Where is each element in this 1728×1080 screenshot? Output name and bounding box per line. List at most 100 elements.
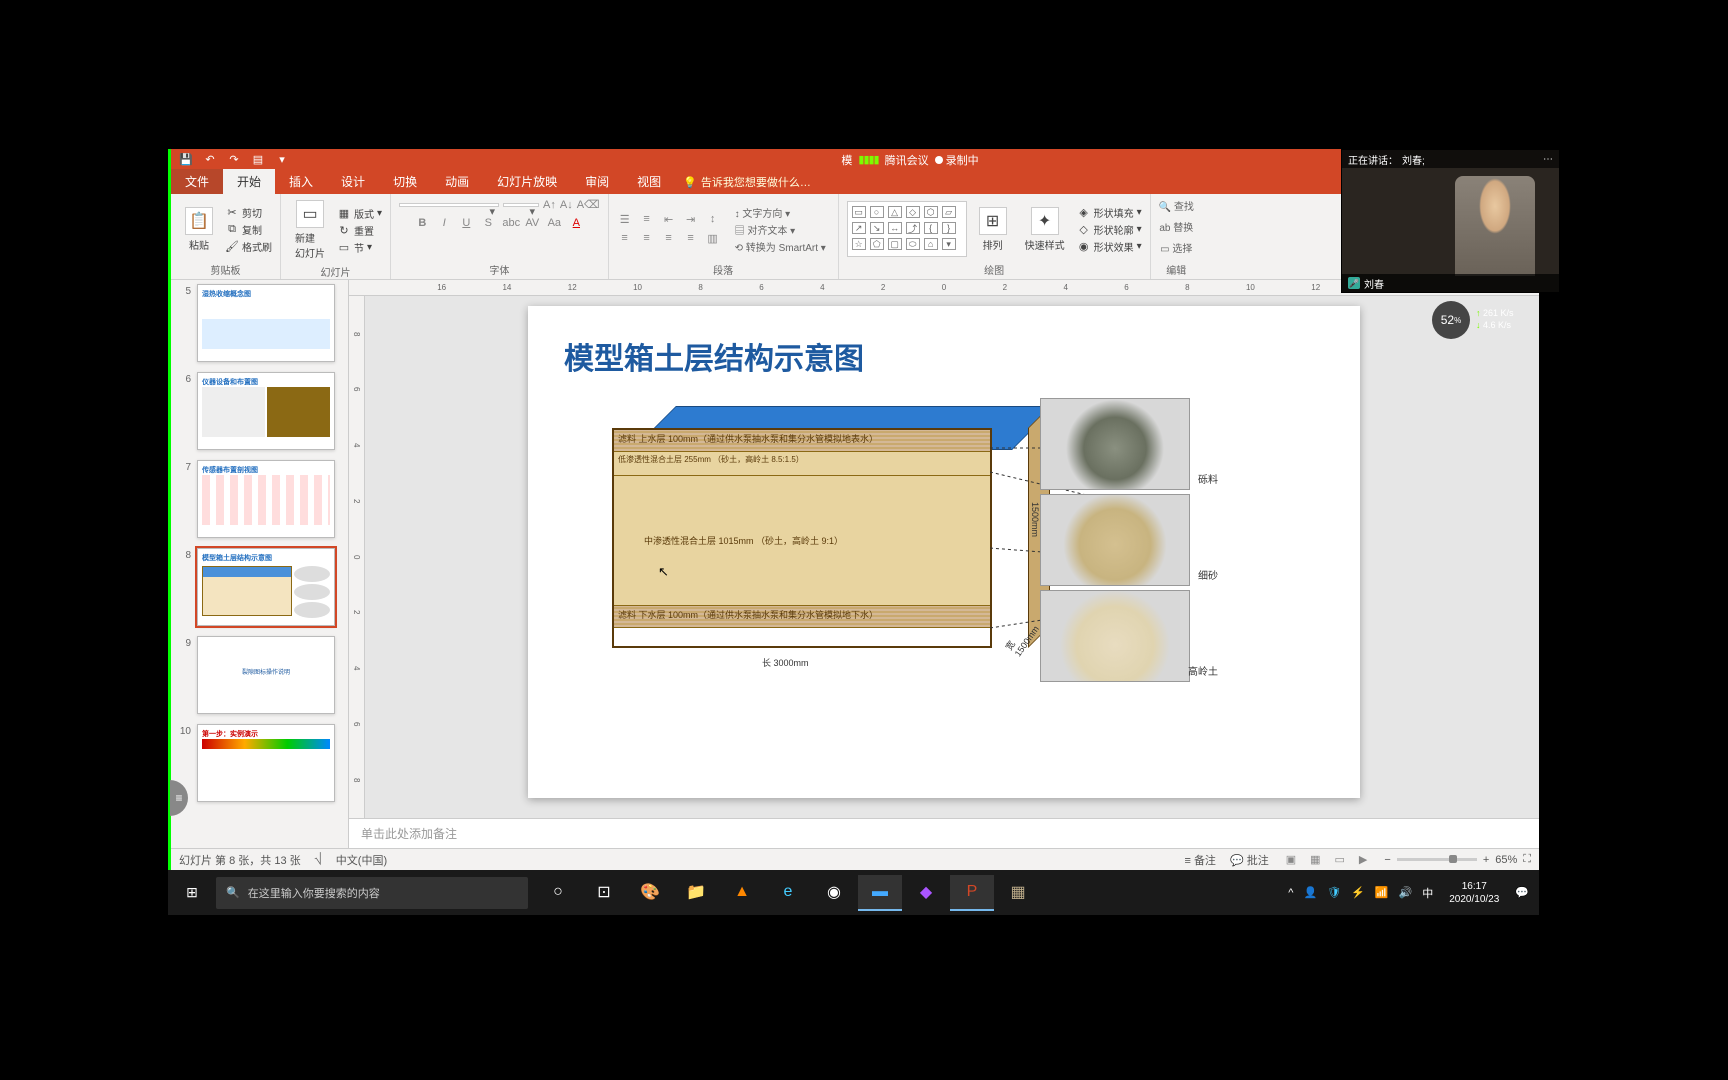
taskview-icon[interactable]: ⊡: [582, 875, 626, 911]
notifications-icon[interactable]: 💬: [1515, 886, 1529, 899]
zoom-out-button[interactable]: −: [1384, 854, 1390, 866]
notes-pane[interactable]: 单击此处添加备注: [349, 818, 1539, 848]
quick-styles-button[interactable]: ✦快速样式: [1019, 205, 1071, 254]
spacing-button[interactable]: AV: [524, 217, 540, 229]
copy-button[interactable]: ⧉复制: [225, 222, 272, 237]
columns-button[interactable]: ▥: [705, 232, 721, 245]
justify-button[interactable]: ≡: [683, 232, 699, 245]
line-spacing-button[interactable]: ↕: [705, 213, 721, 226]
app-edge[interactable]: e: [766, 875, 810, 911]
smartart-button[interactable]: ⟲ 转换为 SmartArt ▾: [735, 239, 826, 254]
select-button[interactable]: ▭ 选择: [1160, 240, 1192, 255]
case-button[interactable]: Aa: [546, 217, 562, 229]
tell-me[interactable]: 💡告诉我您想要做什么…: [675, 170, 819, 194]
thumb-7[interactable]: 7传感器布置剖视图: [179, 460, 340, 538]
font-color-button[interactable]: A: [568, 217, 584, 229]
new-slide-button[interactable]: ▭新建 幻灯片: [289, 198, 331, 262]
section-button[interactable]: ▭节 ▾: [337, 240, 382, 255]
shadow-button[interactable]: abc: [502, 217, 518, 229]
tray-wifi-icon[interactable]: 📶: [1375, 886, 1389, 899]
cortana-icon[interactable]: ○: [536, 875, 580, 911]
zoom-level[interactable]: 65%: [1495, 854, 1517, 866]
reading-view-icon[interactable]: ▭: [1332, 853, 1348, 866]
reset-button[interactable]: ↻重置: [337, 223, 382, 238]
italic-button[interactable]: I: [436, 217, 452, 229]
mic-icon[interactable]: 🎤: [1348, 277, 1360, 289]
app-misc[interactable]: ▦: [996, 875, 1040, 911]
thumb-5[interactable]: 5湿热收缩概念图: [179, 284, 340, 362]
indent-button[interactable]: ⇥: [683, 213, 699, 226]
increase-font-icon[interactable]: A↑: [543, 199, 556, 211]
tray-power-icon[interactable]: ⚡: [1351, 886, 1365, 899]
cut-button[interactable]: ✂剪切: [225, 205, 272, 220]
normal-view-icon[interactable]: ▣: [1283, 853, 1299, 866]
app-paint[interactable]: 🎨: [628, 875, 672, 911]
font-size-dropdown[interactable]: [503, 203, 539, 207]
text-direction-button[interactable]: ↕ 文字方向 ▾: [735, 205, 826, 220]
tab-animation[interactable]: 动画: [431, 169, 483, 194]
align-left-button[interactable]: ≡: [617, 232, 633, 245]
tray-volume-icon[interactable]: 🔊: [1399, 886, 1413, 899]
thumbnail-pane[interactable]: 5湿热收缩概念图 6仪器设备和布置图 7传感器布置剖视图 8模型箱土层结构示意图…: [171, 280, 349, 848]
network-monitor[interactable]: 52% 261 K/s 4.6 K/s: [1432, 298, 1550, 342]
tab-insert[interactable]: 插入: [275, 169, 327, 194]
underline-button[interactable]: U: [458, 217, 474, 229]
thumb-9[interactable]: 9裂隙图标操作说明: [179, 636, 340, 714]
zoom-slider[interactable]: [1397, 858, 1477, 861]
app-purple[interactable]: ◆: [904, 875, 948, 911]
strike-button[interactable]: S: [480, 217, 496, 229]
undo-icon[interactable]: ↶: [203, 153, 217, 167]
shapes-gallery[interactable]: ▭○△◇⬡▱ ↗↘↔⤴{} ☆⬠▢⬭⌂▾: [847, 201, 967, 257]
app-powerpoint[interactable]: P: [950, 875, 994, 911]
clear-format-icon[interactable]: A⌫: [577, 198, 600, 211]
font-family-dropdown[interactable]: [399, 203, 499, 207]
app-matlab[interactable]: ▲: [720, 875, 764, 911]
arrange-button[interactable]: ⊞排列: [973, 205, 1013, 254]
format-painter-button[interactable]: 🖌格式刷: [225, 239, 272, 254]
webcam-overlay[interactable]: 正在讲话：刘春;⋯ 🎤刘春: [1341, 149, 1560, 293]
tray-security-icon[interactable]: 🛡: [1327, 886, 1341, 899]
tab-transition[interactable]: 切换: [379, 169, 431, 194]
thumb-10[interactable]: 10第一步：实例演示: [179, 724, 340, 802]
comments-toggle[interactable]: 💬 批注: [1230, 852, 1269, 868]
slideshow-quick-icon[interactable]: ▤: [251, 153, 265, 167]
tray-ime-icon[interactable]: 中: [1422, 885, 1433, 901]
app-tencent-meeting[interactable]: ▬: [858, 875, 902, 911]
shape-outline-button[interactable]: ◇形状轮廓 ▾: [1077, 222, 1142, 237]
start-button[interactable]: ⊞: [168, 870, 216, 915]
align-text-button[interactable]: ▤ 对齐文本 ▾: [735, 222, 826, 237]
shape-effects-button[interactable]: ◉形状效果 ▾: [1077, 239, 1142, 254]
align-center-button[interactable]: ≡: [639, 232, 655, 245]
tab-file[interactable]: 文件: [171, 169, 223, 194]
paste-button[interactable]: 📋粘贴: [179, 205, 219, 254]
tab-view[interactable]: 视图: [623, 169, 675, 194]
numbering-button[interactable]: ≡: [639, 213, 655, 226]
zoom-in-button[interactable]: +: [1483, 854, 1489, 866]
qat-more-icon[interactable]: ▾: [275, 153, 289, 167]
thumb-6[interactable]: 6仪器设备和布置图: [179, 372, 340, 450]
thumb-8[interactable]: 8模型箱土层结构示意图: [179, 548, 340, 626]
taskbar-search[interactable]: 🔍 在这里输入你要搜索的内容: [216, 877, 528, 909]
spellcheck-icon[interactable]: ⎷: [315, 853, 322, 866]
align-right-button[interactable]: ≡: [661, 232, 677, 245]
tab-slideshow[interactable]: 幻灯片放映: [483, 169, 571, 194]
bullets-button[interactable]: ☰: [617, 213, 633, 226]
tab-review[interactable]: 审阅: [571, 169, 623, 194]
replace-button[interactable]: ab 替换: [1159, 219, 1193, 234]
slideshow-view-icon[interactable]: ▶: [1356, 853, 1370, 866]
outdent-button[interactable]: ⇤: [661, 213, 677, 226]
tab-design[interactable]: 设计: [327, 169, 379, 194]
app-explorer[interactable]: 📁: [674, 875, 718, 911]
fit-view-icon[interactable]: ⛶: [1523, 853, 1531, 866]
bold-button[interactable]: B: [414, 217, 430, 229]
notes-toggle[interactable]: ≡ 备注: [1184, 852, 1215, 868]
app-chrome[interactable]: ◉: [812, 875, 856, 911]
decrease-font-icon[interactable]: A↓: [560, 199, 573, 211]
slide[interactable]: 模型箱土层结构示意图 滤料 上水层 100mm（通过供水泵抽水泵和集分水管模拟地…: [528, 306, 1360, 798]
sorter-view-icon[interactable]: ▦: [1307, 853, 1323, 866]
language-indicator[interactable]: 中文(中国): [336, 852, 387, 868]
tab-start[interactable]: 开始: [223, 169, 275, 194]
save-icon[interactable]: 💾: [179, 153, 193, 167]
tray-people-icon[interactable]: 👤: [1303, 886, 1317, 899]
tray-chevron-icon[interactable]: ^: [1288, 887, 1293, 899]
